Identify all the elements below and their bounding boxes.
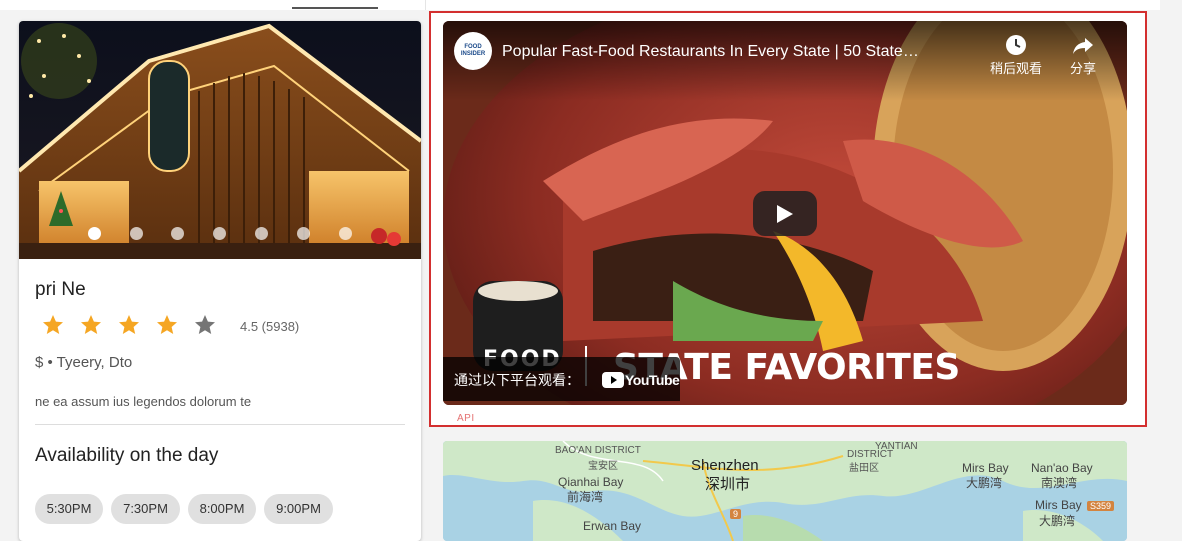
- map-place-label: 前海湾: [567, 490, 604, 504]
- map-place-label: BAO'AN DISTRICT: [555, 445, 641, 456]
- youtube-icon: [602, 372, 624, 388]
- time-slot-chip[interactable]: 9:00PM: [264, 494, 333, 524]
- map-terrain: [443, 441, 1127, 541]
- channel-logo[interactable]: FOOD INSIDER: [454, 32, 492, 70]
- carousel-dot[interactable]: [171, 227, 184, 240]
- divider: [35, 424, 405, 425]
- play-icon: [777, 205, 793, 223]
- carousel-dot[interactable]: [297, 227, 310, 240]
- page-scrollbar[interactable]: [1160, 0, 1182, 531]
- carousel-dot[interactable]: [88, 227, 101, 240]
- map-place-label: Nan'ao Bay: [1031, 461, 1093, 475]
- video-title[interactable]: Popular Fast-Food Restaurants In Every S…: [502, 43, 922, 61]
- map-place-label: Mirs Bay: [962, 461, 1009, 475]
- map-route-badge: S359: [1087, 501, 1115, 511]
- time-slot-chip[interactable]: 8:00PM: [188, 494, 256, 524]
- star-empty-icon: [195, 315, 215, 334]
- play-button[interactable]: [753, 191, 817, 236]
- map[interactable]: BAO'AN DISTRICT 宝安区 Shenzhen 深圳市 YANTIAN DIST…: [443, 441, 1127, 541]
- restaurant-description: ne ea assum ius legendos dolorum te: [35, 394, 252, 409]
- map-place-label: 宝安区: [588, 461, 618, 472]
- api-label: API: [457, 413, 475, 424]
- restaurant-photo-illustration: [19, 21, 421, 259]
- watch-later-label: 稍后观看: [989, 61, 1042, 76]
- map-place-label: 大鹏湾: [1039, 514, 1076, 528]
- time-slot-chip[interactable]: 5:30PM: [35, 494, 103, 524]
- map-place-label: Qianhai Bay: [558, 475, 624, 489]
- youtube-embed[interactable]: FOOD INSIDER Popular Fast-Food Restauran…: [443, 21, 1127, 405]
- time-slot-chip[interactable]: 7:30PM: [111, 494, 180, 524]
- rating-count: 4.5 (5938): [240, 319, 300, 334]
- watch-on-label: 通过以下平台观看：: [454, 372, 580, 388]
- map-place-label: 大鹏湾: [966, 476, 1003, 490]
- share-label: 分享: [1069, 61, 1096, 76]
- map-route-badge: 9: [730, 509, 742, 519]
- share-button[interactable]: 分享: [1061, 34, 1105, 77]
- map-place-label: 深圳市: [705, 476, 751, 493]
- clock-icon: [1006, 35, 1026, 55]
- map-place-label: 盐田区: [849, 463, 879, 474]
- carousel-dot[interactable]: [255, 227, 268, 240]
- restaurant-name: pri Ne: [35, 279, 86, 300]
- map-place-label: Shenzhen: [691, 457, 759, 474]
- carousel-dot[interactable]: [130, 227, 143, 240]
- star-filled-icon: [43, 315, 63, 334]
- carousel-dot[interactable]: [339, 227, 352, 240]
- youtube-label: YouTube: [625, 372, 680, 388]
- restaurant-photo[interactable]: [19, 21, 421, 259]
- active-tab-indicator: [292, 7, 378, 9]
- star-filled-icon: [81, 315, 101, 334]
- star-filled-icon: [119, 315, 139, 334]
- share-icon: [1073, 38, 1093, 54]
- star-filled-icon: [157, 315, 177, 334]
- restaurant-card: pri Ne 4.5 (5938) $ • Tyeery, Dto ne ea …: [19, 21, 421, 541]
- carousel-dot[interactable]: [213, 227, 226, 240]
- map-place-label: 南澳湾: [1041, 476, 1078, 490]
- watch-on-youtube-bar[interactable]: 通过以下平台观看： YouTube: [443, 357, 680, 401]
- price-and-category: $ • Tyeery, Dto: [35, 354, 133, 371]
- watch-later-button[interactable]: 稍后观看: [983, 34, 1049, 77]
- carousel-dots: [19, 227, 421, 241]
- map-place-label: Mirs Bay: [1035, 498, 1082, 512]
- column-divider: [425, 0, 426, 10]
- top-tab-bar: [0, 0, 1182, 10]
- availability-heading: Availability on the day: [35, 445, 219, 466]
